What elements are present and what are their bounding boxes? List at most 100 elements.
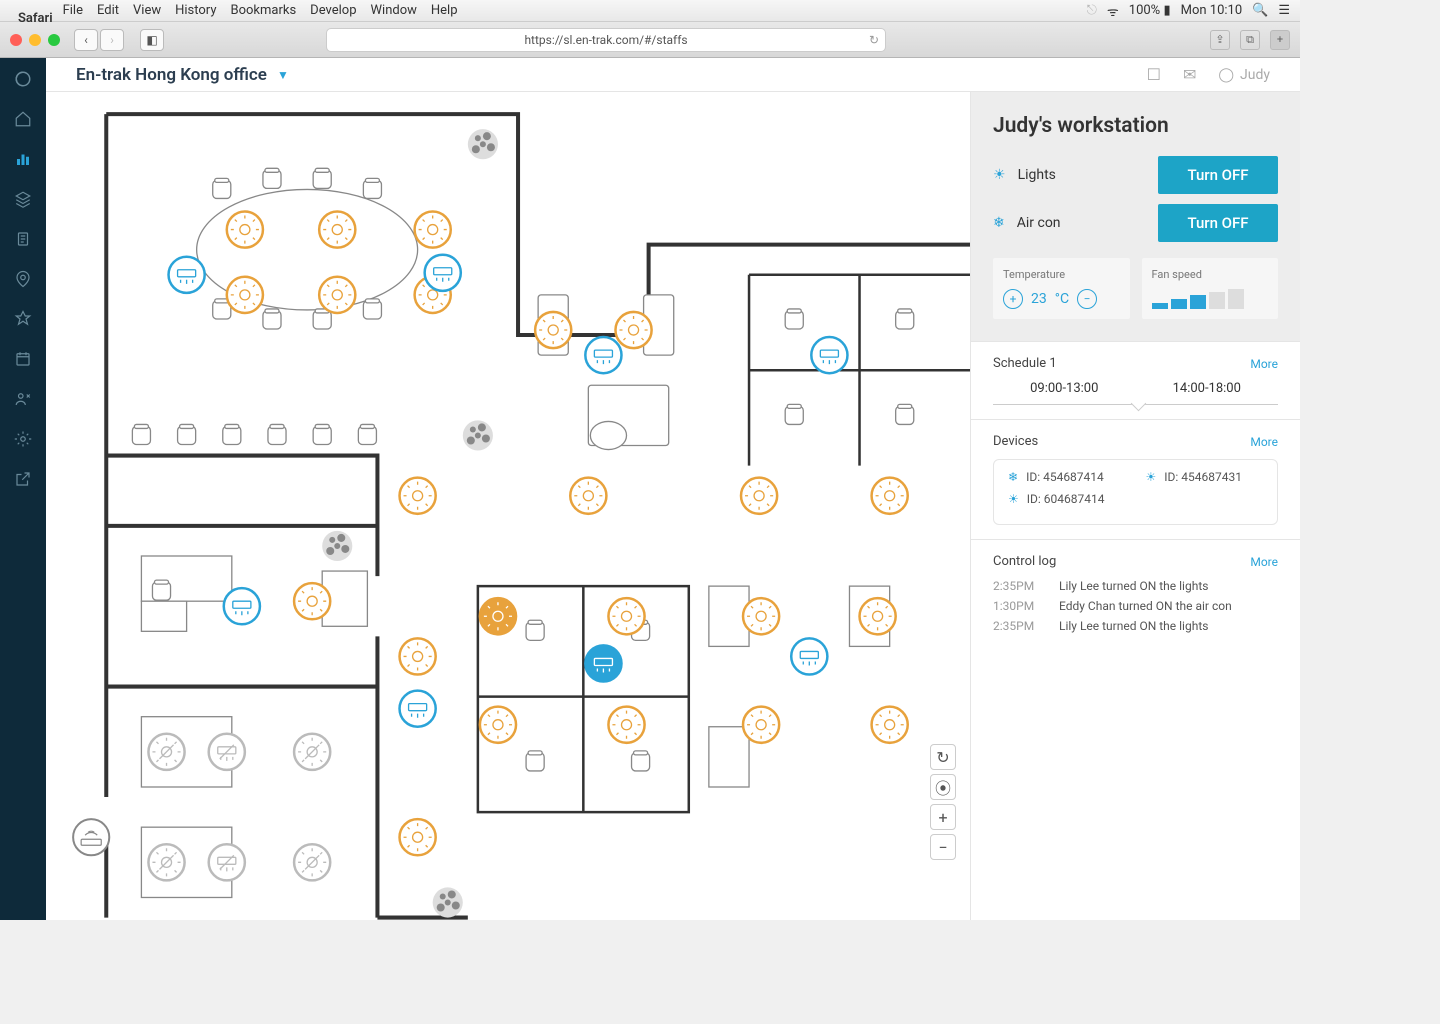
light-icon[interactable]: [480, 707, 516, 743]
log-more-link[interactable]: More: [1250, 555, 1278, 569]
devices-more-link[interactable]: More: [1250, 435, 1278, 449]
reload-icon[interactable]: ↻: [869, 33, 879, 47]
menu-window[interactable]: Window: [371, 3, 417, 18]
page-title: En-trak Hong Kong office: [76, 65, 267, 85]
ac-icon[interactable]: [791, 639, 827, 675]
router-icon[interactable]: [73, 820, 109, 856]
light-icon[interactable]: [227, 277, 263, 313]
light-icon[interactable]: [743, 599, 779, 635]
light-icon[interactable]: [319, 212, 355, 248]
share-button[interactable]: ⇪: [1210, 30, 1230, 50]
spotlight-icon[interactable]: 🔍: [1252, 3, 1268, 18]
light-icon[interactable]: [570, 478, 606, 514]
clock[interactable]: Mon 10:10: [1181, 3, 1243, 18]
refresh-button[interactable]: ↻: [930, 744, 956, 770]
light-icon[interactable]: [608, 599, 644, 635]
ac-icon: ❄: [993, 215, 1005, 231]
floorplan-canvas[interactable]: ↻ ⦿ + −: [46, 92, 970, 920]
menu-develop[interactable]: Develop: [310, 3, 356, 18]
log-title: Control log: [993, 554, 1056, 569]
ac-off-icon[interactable]: [209, 734, 245, 770]
menu-view[interactable]: View: [133, 3, 161, 18]
light-icon[interactable]: [743, 707, 779, 743]
bookmark-icon[interactable]: ☐: [1147, 65, 1161, 84]
sidebar-button[interactable]: ◧: [140, 29, 164, 51]
light-selected-icon[interactable]: [480, 599, 516, 635]
light-icon[interactable]: [400, 639, 436, 675]
light-icon[interactable]: [872, 707, 908, 743]
light-icon[interactable]: [615, 312, 651, 348]
menu-edit[interactable]: Edit: [97, 3, 119, 18]
external-icon[interactable]: [12, 468, 34, 490]
menu-icon[interactable]: ☰: [1278, 3, 1290, 18]
light-icon[interactable]: [535, 312, 571, 348]
temp-down-button[interactable]: −: [1077, 289, 1097, 309]
url-bar[interactable]: https://sl.en-trak.com/#/staffs ↻: [326, 28, 886, 52]
light-off-icon[interactable]: [148, 734, 184, 770]
zoom-in-button[interactable]: +: [930, 804, 956, 830]
device-item[interactable]: ☀ID: 454687431: [1146, 470, 1264, 484]
locate-button[interactable]: ⦿: [930, 774, 956, 800]
ac-icon[interactable]: [400, 691, 436, 727]
settings-icon[interactable]: [12, 428, 34, 450]
bluetooth-icon[interactable]: ⎋: [1087, 3, 1097, 18]
light-off-icon[interactable]: [294, 734, 330, 770]
back-button[interactable]: ‹: [74, 29, 98, 51]
light-icon[interactable]: [860, 599, 896, 635]
device-item[interactable]: ☀ID: 604687414: [1008, 492, 1263, 506]
light-icon[interactable]: [400, 820, 436, 856]
lights-toggle-button[interactable]: Turn OFF: [1158, 156, 1278, 194]
temp-up-button[interactable]: +: [1003, 289, 1023, 309]
temp-value: 23: [1031, 291, 1047, 307]
light-icon[interactable]: [741, 478, 777, 514]
user-menu[interactable]: ◯ Judy: [1218, 67, 1270, 83]
menu-history[interactable]: History: [175, 3, 216, 18]
ac-off-icon[interactable]: [209, 845, 245, 881]
light-icon[interactable]: [608, 707, 644, 743]
log-entry: 2:35PMLily Lee turned ON the lights: [993, 579, 1278, 593]
ac-icon[interactable]: [169, 257, 205, 293]
dropdown-caret[interactable]: ▼: [277, 68, 289, 82]
light-icon[interactable]: [294, 584, 330, 620]
users-icon[interactable]: [12, 388, 34, 410]
fan-speed-control[interactable]: [1152, 289, 1269, 309]
menu-file[interactable]: File: [63, 3, 83, 18]
light-icon[interactable]: [400, 478, 436, 514]
stats-icon[interactable]: [12, 148, 34, 170]
ac-selected-icon[interactable]: [585, 646, 621, 682]
device-item[interactable]: ❄ID: 454687414: [1008, 470, 1126, 484]
forward-button[interactable]: ›: [100, 29, 124, 51]
alert-icon[interactable]: [12, 308, 34, 330]
layers-icon[interactable]: [12, 188, 34, 210]
light-icon: ☀: [1008, 492, 1019, 506]
ac-icon: ❄: [1008, 470, 1018, 484]
ac-icon[interactable]: [811, 337, 847, 373]
ac-icon[interactable]: [425, 255, 461, 291]
light-icon[interactable]: [415, 212, 451, 248]
app-header: En-trak Hong Kong office ▼ ☐ ✉ ◯ Judy: [46, 58, 1300, 92]
clipboard-icon[interactable]: [12, 228, 34, 250]
logo-icon[interactable]: [12, 68, 34, 90]
light-icon[interactable]: [227, 212, 263, 248]
zoom-out-button[interactable]: −: [930, 834, 956, 860]
battery-status[interactable]: 100% ▮: [1129, 3, 1171, 18]
light-icon[interactable]: [319, 277, 355, 313]
home-icon[interactable]: [12, 108, 34, 130]
new-tab-button[interactable]: +: [1270, 30, 1290, 50]
menu-help[interactable]: Help: [431, 3, 458, 18]
ac-toggle-button[interactable]: Turn OFF: [1158, 204, 1278, 242]
ac-icon[interactable]: [585, 337, 621, 373]
mail-icon[interactable]: ✉: [1183, 65, 1196, 84]
window-controls[interactable]: [10, 34, 60, 46]
wifi-icon[interactable]: ᯤ: [1107, 2, 1119, 20]
schedule-more-link[interactable]: More: [1250, 357, 1278, 371]
light-off-icon[interactable]: [148, 845, 184, 881]
light-icon[interactable]: [872, 478, 908, 514]
fan-label: Fan speed: [1152, 268, 1269, 281]
location-icon[interactable]: [12, 268, 34, 290]
ac-icon[interactable]: [224, 589, 260, 625]
tabs-button[interactable]: ⧉: [1240, 30, 1260, 50]
calendar-icon[interactable]: [12, 348, 34, 370]
menu-bookmarks[interactable]: Bookmarks: [230, 3, 296, 18]
light-off-icon[interactable]: [294, 845, 330, 881]
